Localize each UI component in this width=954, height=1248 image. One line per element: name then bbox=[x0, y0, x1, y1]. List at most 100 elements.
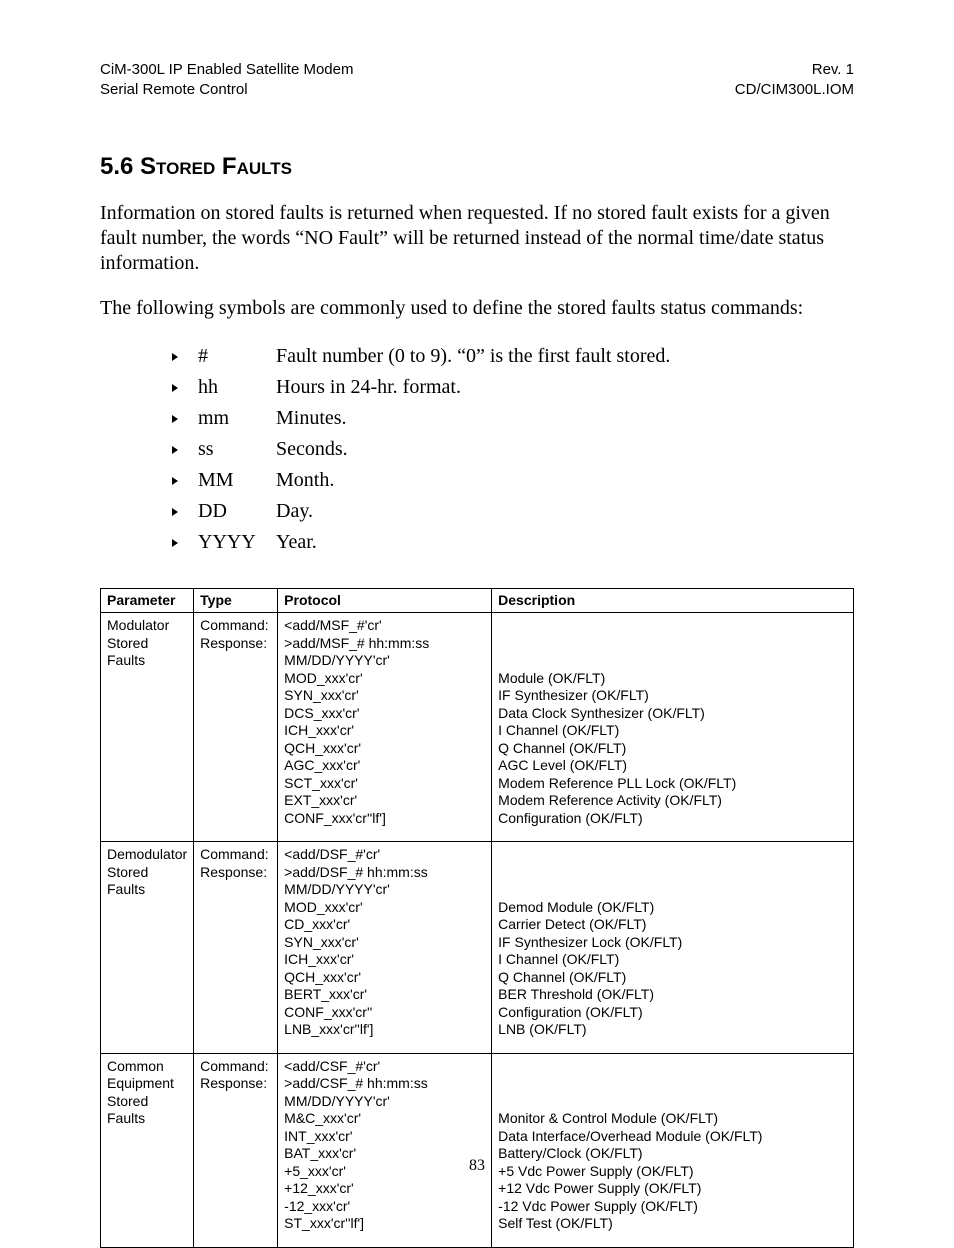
description-line: Demod Module (OK/FLT) bbox=[498, 899, 847, 917]
description-line: AGC Level (OK/FLT) bbox=[498, 757, 847, 775]
description-line: IF Synthesizer (OK/FLT) bbox=[498, 687, 847, 705]
protocol-line: >add/MSF_# hh:mm:ss bbox=[284, 635, 485, 653]
triangle-bullet-icon bbox=[170, 383, 198, 393]
section-heading: 5.6 Stored Faults bbox=[100, 153, 854, 181]
table-row: Modulator Stored Faults Command:Response:… bbox=[101, 613, 854, 842]
protocol-line: ST_xxx'cr''lf'] bbox=[284, 1215, 485, 1233]
protocol-line: <add/MSF_#'cr' bbox=[284, 617, 485, 635]
th-description: Description bbox=[492, 588, 854, 613]
triangle-bullet-icon bbox=[170, 445, 198, 455]
protocol-line: QCH_xxx'cr' bbox=[284, 969, 485, 987]
description-line: Modem Reference PLL Lock (OK/FLT) bbox=[498, 775, 847, 793]
cell-description: Module (OK/FLT)IF Synthesizer (OK/FLT)Da… bbox=[492, 613, 854, 842]
description-line: -12 Vdc Power Supply (OK/FLT) bbox=[498, 1198, 847, 1216]
cell-protocol: <add/CSF_#'cr'>add/CSF_# hh:mm:ssMM/DD/Y… bbox=[278, 1053, 492, 1247]
description-line: Self Test (OK/FLT) bbox=[498, 1215, 847, 1233]
protocol-line: -12_xxx'cr' bbox=[284, 1198, 485, 1216]
symbol-token: MM bbox=[198, 465, 276, 496]
protocol-line: SYN_xxx'cr' bbox=[284, 687, 485, 705]
type-line: Response: bbox=[200, 635, 271, 653]
cell-type: Command:Response: bbox=[194, 842, 278, 1054]
symbol-definition: Seconds. bbox=[276, 434, 854, 465]
description-line: Monitor & Control Module (OK/FLT) bbox=[498, 1110, 847, 1128]
th-parameter: Parameter bbox=[101, 588, 194, 613]
protocol-line: CD_xxx'cr' bbox=[284, 916, 485, 934]
section-title-text: Stored Faults bbox=[140, 153, 292, 180]
section-number: 5.6 bbox=[100, 153, 133, 180]
blank-line bbox=[498, 881, 847, 899]
header-right-1: Rev. 1 bbox=[812, 60, 854, 80]
header-left-2: Serial Remote Control bbox=[100, 80, 248, 100]
blank-line bbox=[498, 846, 847, 864]
blank-line bbox=[498, 1075, 847, 1093]
intro-paragraph-2: The following symbols are commonly used … bbox=[100, 296, 854, 321]
description-line: Configuration (OK/FLT) bbox=[498, 810, 847, 828]
blank-line bbox=[498, 635, 847, 653]
page: CiM-300L IP Enabled Satellite Modem Rev.… bbox=[0, 0, 954, 1235]
triangle-bullet-icon bbox=[170, 507, 198, 517]
triangle-bullet-icon bbox=[170, 414, 198, 424]
description-line: Carrier Detect (OK/FLT) bbox=[498, 916, 847, 934]
protocol-line: CONF_xxx'cr''lf'] bbox=[284, 810, 485, 828]
symbol-definition: Month. bbox=[276, 465, 854, 496]
protocol-line: SYN_xxx'cr' bbox=[284, 934, 485, 952]
protocol-line: MOD_xxx'cr' bbox=[284, 670, 485, 688]
protocol-line: MM/DD/YYYY'cr' bbox=[284, 652, 485, 670]
protocol-line: >add/DSF_# hh:mm:ss bbox=[284, 864, 485, 882]
protocol-line: DCS_xxx'cr' bbox=[284, 705, 485, 723]
header-right-2: CD/CIM300L.IOM bbox=[735, 80, 854, 100]
symbol-definition: Day. bbox=[276, 496, 854, 527]
type-line: Response: bbox=[200, 864, 271, 882]
protocol-line: CONF_xxx'cr'' bbox=[284, 1004, 485, 1022]
description-line: Module (OK/FLT) bbox=[498, 670, 847, 688]
table-header-row: Parameter Type Protocol Description bbox=[101, 588, 854, 613]
type-line: Command: bbox=[200, 1058, 271, 1076]
symbol-token: DD bbox=[198, 496, 276, 527]
cell-parameter: Common Equipment Stored Faults bbox=[101, 1053, 194, 1247]
table-row: Common Equipment Stored Faults Command:Re… bbox=[101, 1053, 854, 1247]
symbol-row: MMMonth. bbox=[170, 465, 854, 496]
description-line: IF Synthesizer Lock (OK/FLT) bbox=[498, 934, 847, 952]
symbol-definition: Minutes. bbox=[276, 403, 854, 434]
triangle-bullet-icon bbox=[170, 538, 198, 548]
protocol-line: EXT_xxx'cr' bbox=[284, 792, 485, 810]
cell-description: Demod Module (OK/FLT)Carrier Detect (OK/… bbox=[492, 842, 854, 1054]
symbol-row: #Fault number (0 to 9). “0” is the first… bbox=[170, 341, 854, 372]
cell-parameter: Demodulator Stored Faults bbox=[101, 842, 194, 1054]
symbol-definition-list: #Fault number (0 to 9). “0” is the first… bbox=[170, 341, 854, 558]
type-line: Response: bbox=[200, 1075, 271, 1093]
header-row-1: CiM-300L IP Enabled Satellite Modem Rev.… bbox=[100, 60, 854, 80]
protocol-line: INT_xxx'cr' bbox=[284, 1128, 485, 1146]
protocol-line: BERT_xxx'cr' bbox=[284, 986, 485, 1004]
intro-paragraph-1: Information on stored faults is returned… bbox=[100, 201, 854, 276]
table-row: Demodulator Stored FaultsCommand:Respons… bbox=[101, 842, 854, 1054]
description-line: Configuration (OK/FLT) bbox=[498, 1004, 847, 1022]
symbol-row: hhHours in 24-hr. format. bbox=[170, 372, 854, 403]
symbol-token: hh bbox=[198, 372, 276, 403]
description-line: LNB (OK/FLT) bbox=[498, 1021, 847, 1039]
triangle-bullet-icon bbox=[170, 352, 198, 362]
protocol-line: QCH_xxx'cr' bbox=[284, 740, 485, 758]
symbol-token: mm bbox=[198, 403, 276, 434]
protocol-line: >add/CSF_# hh:mm:ss bbox=[284, 1075, 485, 1093]
protocol-line: MM/DD/YYYY'cr' bbox=[284, 1093, 485, 1111]
cell-protocol: <add/MSF_#'cr'>add/MSF_# hh:mm:ssMM/DD/Y… bbox=[278, 613, 492, 842]
th-protocol: Protocol bbox=[278, 588, 492, 613]
symbol-definition: Fault number (0 to 9). “0” is the first … bbox=[276, 341, 854, 372]
cell-parameter: Modulator Stored Faults bbox=[101, 613, 194, 842]
symbol-definition: Year. bbox=[276, 527, 854, 558]
type-line: Command: bbox=[200, 617, 271, 635]
triangle-bullet-icon bbox=[170, 476, 198, 486]
description-line: I Channel (OK/FLT) bbox=[498, 951, 847, 969]
description-line: +12 Vdc Power Supply (OK/FLT) bbox=[498, 1180, 847, 1198]
description-line: I Channel (OK/FLT) bbox=[498, 722, 847, 740]
symbol-row: ssSeconds. bbox=[170, 434, 854, 465]
protocol-line: AGC_xxx'cr' bbox=[284, 757, 485, 775]
protocol-line: LNB_xxx'cr''lf'] bbox=[284, 1021, 485, 1039]
type-line: Command: bbox=[200, 846, 271, 864]
blank-line bbox=[498, 1093, 847, 1111]
blank-line bbox=[498, 1058, 847, 1076]
header-row-2: Serial Remote Control CD/CIM300L.IOM bbox=[100, 80, 854, 100]
symbol-row: YYYYYear. bbox=[170, 527, 854, 558]
page-number: 83 bbox=[0, 1157, 954, 1175]
